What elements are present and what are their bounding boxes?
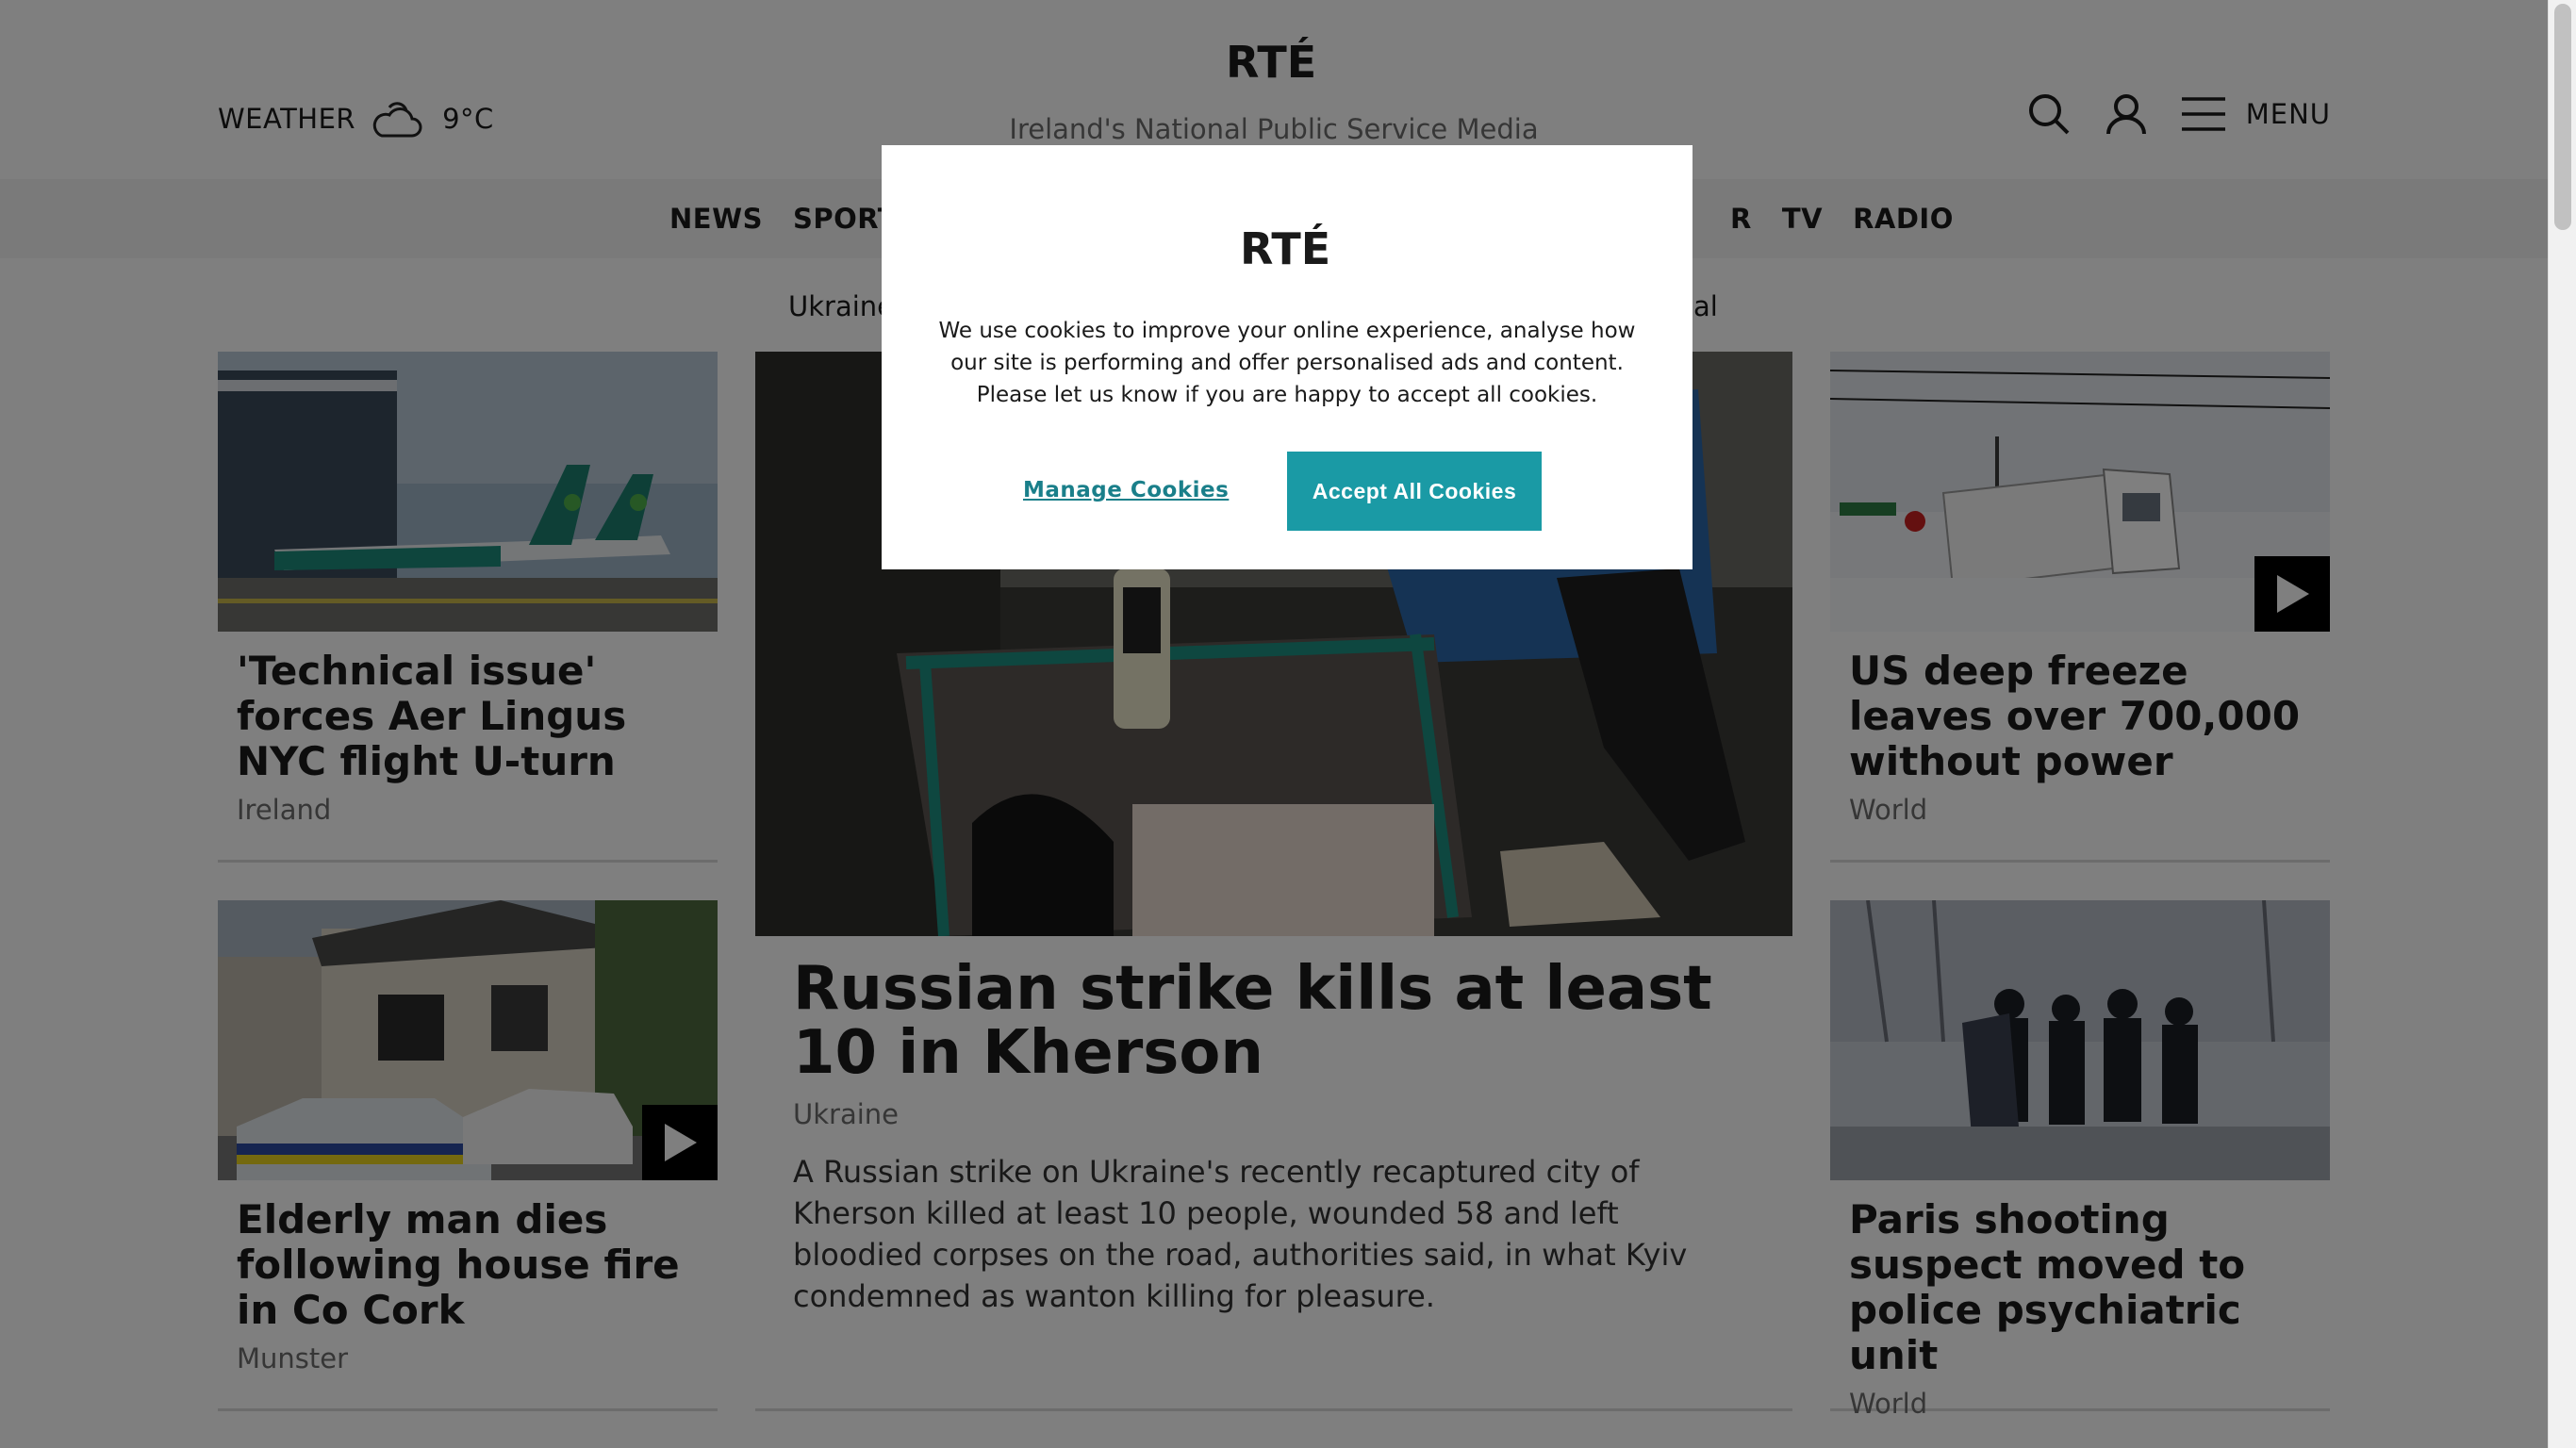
- manage-cookies-link[interactable]: Manage Cookies: [1023, 478, 1229, 502]
- page-scrollbar[interactable]: [2548, 0, 2576, 1448]
- cookie-consent-modal: RTÉ We use cookies to improve your onlin…: [882, 145, 1693, 569]
- scrollbar-thumb[interactable]: [2554, 4, 2571, 230]
- cookie-message: We use cookies to improve your online ex…: [938, 319, 1636, 407]
- accept-all-cookies-button[interactable]: Accept All Cookies: [1287, 452, 1542, 531]
- modal-logo-text: RTÉ: [1240, 223, 1330, 273]
- rte-logo: RTÉ: [1240, 223, 1330, 273]
